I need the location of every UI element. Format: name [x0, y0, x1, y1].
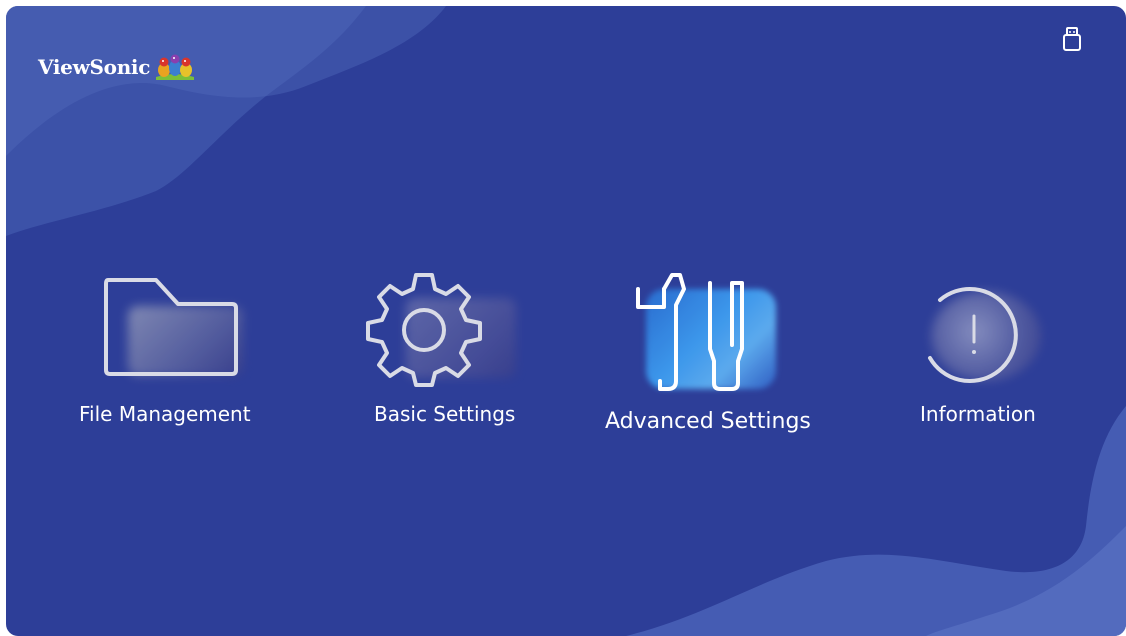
menu-item-label: Basic Settings [374, 402, 516, 426]
tools-icon [636, 273, 744, 391]
viewsonic-logo: ViewSonic [38, 52, 196, 82]
three-birds-logo-icon [156, 54, 195, 80]
home-screen: ViewSonic File Management Basic Settings… [6, 6, 1126, 636]
menu-item-basic-settings[interactable]: Basic Settings [346, 256, 546, 436]
usb-drive-icon [1063, 27, 1081, 51]
gear-icon [366, 273, 482, 387]
brand-name: ViewSonic [38, 55, 151, 79]
menu-item-information[interactable]: Information [886, 266, 1066, 436]
menu-item-label: File Management [79, 402, 251, 426]
menu-item-file-management[interactable]: File Management [66, 256, 276, 436]
info-icon [928, 287, 1018, 383]
menu-item-label: Advanced Settings [605, 409, 811, 434]
menu-item-label: Information [920, 402, 1036, 426]
menu-item-advanced-settings[interactable]: Advanced Settings [596, 261, 826, 451]
folder-icon [104, 278, 238, 376]
